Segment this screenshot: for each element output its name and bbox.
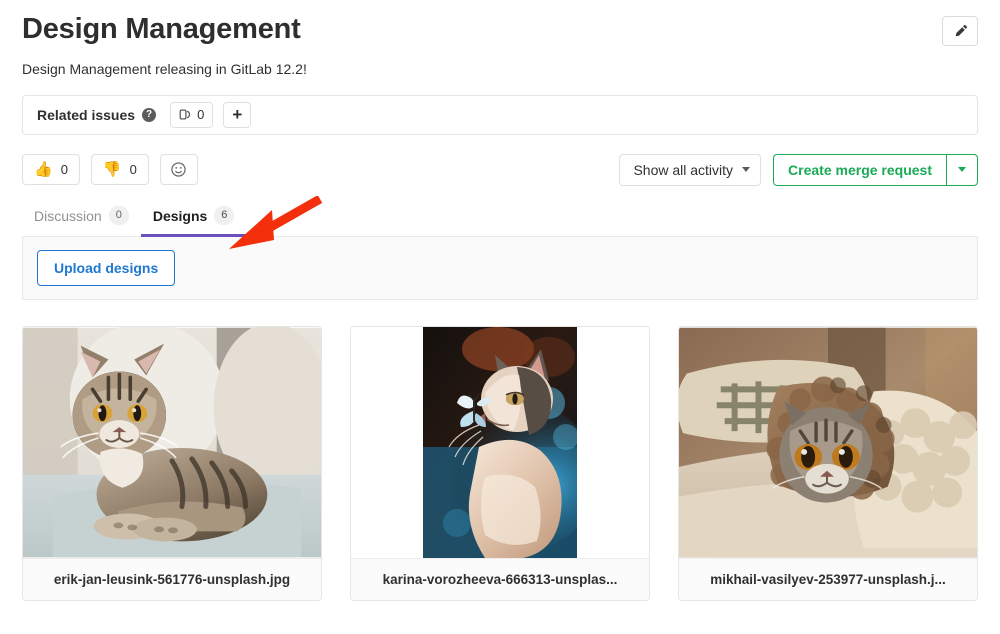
issue-link-icon — [179, 109, 191, 120]
show-all-activity-label: Show all activity — [633, 161, 734, 178]
edit-title-button[interactable] — [942, 16, 978, 46]
award-thumbsdown-button[interactable]: 👎 0 — [90, 154, 149, 186]
design-image-kitten-under-blanket — [679, 327, 977, 558]
page-subtitle: Design Management releasing in GitLab 12… — [22, 60, 307, 77]
design-management-page: Design Management Design Management rele… — [0, 0, 1000, 634]
related-issues-card: Related issues ? 0 + — [22, 94, 978, 135]
thumbsup-icon: 👍 — [34, 161, 53, 179]
add-reaction-button[interactable] — [159, 154, 198, 186]
activity-and-mr-actions: Show all activity Create merge request — [619, 153, 978, 186]
tab-designs-label: Designs — [152, 207, 208, 224]
design-image-cat-with-butterfly — [423, 326, 577, 558]
page-header: Design Management — [0, 0, 1000, 47]
tab-discussion-label: Discussion — [34, 207, 102, 224]
create-merge-request-group: Create merge request — [773, 153, 978, 186]
designs-toolbar: Upload designs — [22, 236, 978, 300]
design-card[interactable]: mikhail-vasilyev-253977-unsplash.j... — [678, 325, 978, 601]
related-issues-section: Related issues ? 0 + — [0, 77, 1000, 135]
chevron-down-icon — [958, 167, 966, 173]
tab-discussion[interactable]: Discussion 0 — [22, 206, 141, 237]
smiley-face-icon — [171, 162, 187, 177]
award-thumbsup-button[interactable]: 👍 0 — [22, 154, 80, 186]
tab-designs[interactable]: Designs 6 — [140, 206, 247, 237]
design-card[interactable]: karina-vorozheeva-666313-unsplas... — [350, 325, 650, 601]
thumbsdown-icon: 👎 — [102, 161, 122, 179]
design-filename: erik-jan-leusink-561776-unsplash.jpg — [53, 571, 291, 587]
award-emoji-group: 👍 0 👎 0 — [22, 154, 198, 186]
tab-discussion-count: 0 — [108, 206, 129, 225]
design-filename: mikhail-vasilyev-253977-unsplash.j... — [710, 571, 946, 587]
related-issues-count-badge[interactable]: 0 — [170, 101, 214, 128]
design-thumbnail[interactable] — [23, 326, 321, 558]
design-thumbnail[interactable] — [679, 326, 977, 558]
page-title: Design Management — [22, 13, 301, 45]
show-all-activity-dropdown[interactable]: Show all activity — [619, 153, 762, 186]
design-card[interactable]: erik-jan-leusink-561776-unsplash.jpg — [22, 325, 322, 601]
actions-row: 👍 0 👎 0 Show all activity Create merge r… — [0, 135, 1000, 186]
related-issues-count: 0 — [197, 107, 205, 123]
help-circle-icon[interactable]: ? — [142, 107, 157, 122]
design-image-tabby-cat — [23, 326, 321, 558]
designs-grid: erik-jan-leusink-561776-unsplash.jpg kar… — [0, 300, 1000, 601]
related-issues-label: Related issues — [37, 106, 136, 123]
thumbsdown-count: 0 — [129, 162, 137, 178]
create-merge-request-button[interactable]: Create merge request — [773, 153, 946, 186]
design-thumbnail[interactable] — [351, 326, 649, 558]
add-related-issue-button[interactable]: + — [223, 101, 252, 128]
chevron-down-icon — [742, 167, 751, 173]
create-merge-request-dropdown-toggle[interactable] — [946, 153, 978, 186]
design-card-footer: mikhail-vasilyev-253977-unsplash.j... — [679, 557, 977, 600]
design-card-footer: erik-jan-leusink-561776-unsplash.jpg — [23, 557, 321, 600]
tab-designs-count: 6 — [214, 206, 235, 225]
upload-designs-button[interactable]: Upload designs — [37, 249, 176, 286]
issue-tabs: Discussion 0 Designs 6 — [22, 203, 978, 237]
design-filename: karina-vorozheeva-666313-unsplas... — [382, 571, 618, 587]
thumbsup-count: 0 — [60, 162, 68, 178]
pencil-icon — [955, 24, 967, 36]
design-card-footer: karina-vorozheeva-666313-unsplas... — [351, 557, 649, 600]
